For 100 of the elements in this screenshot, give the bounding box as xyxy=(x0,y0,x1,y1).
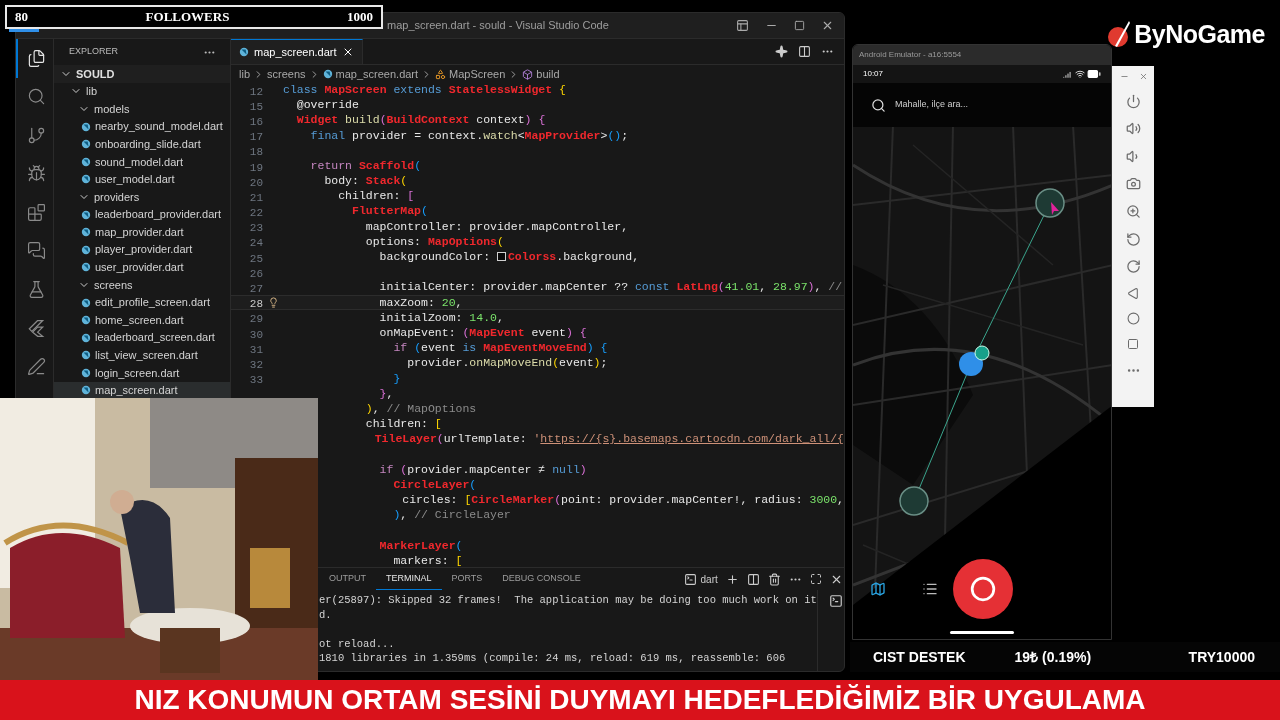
cube-icon xyxy=(522,68,534,80)
terminal-line: ot reload... xyxy=(319,636,395,652)
tree-item[interactable]: sound_model.dart xyxy=(54,152,230,171)
zoom-icon[interactable] xyxy=(1125,203,1141,219)
terminal-line: er(25897): Skipped 32 frames! The application may be doing too much work on it xyxy=(319,593,817,609)
status-time: 10:07 xyxy=(863,68,884,80)
terminal-icon[interactable] xyxy=(829,594,844,608)
code-line: ), // CircleLayer xyxy=(392,507,511,524)
overview-icon[interactable] xyxy=(1127,337,1139,350)
code-line: circles: [CircleMarker(point: provider.mapCenter!, radius: 3000, xyxy=(401,492,844,509)
tree-item[interactable]: onboarding_slide.dart xyxy=(54,135,230,153)
editor-tab[interactable]: map_screen.dart xyxy=(231,39,363,64)
code-line: onMapEvent: (MapEvent event) { xyxy=(378,324,587,341)
logo-text: ByNoGame xyxy=(1134,19,1265,50)
sparkle-icon[interactable] xyxy=(775,45,788,58)
breadcrumb[interactable]: MapScreen xyxy=(449,65,506,83)
ticker-text: NIZ KONUMUN ORTAM SESİNİ DUYMAYI HEDEFLEDİĞİMİZ BİR UYGULAMA xyxy=(134,683,1146,717)
tree-item[interactable]: edit_profile_screen.dart xyxy=(54,293,230,312)
tree-item[interactable]: user_model.dart xyxy=(54,170,230,189)
line-number: 31 xyxy=(249,343,263,356)
tree-item[interactable]: screens xyxy=(54,276,230,294)
panel-tab[interactable]: TERMINAL xyxy=(376,568,442,590)
tree-item[interactable]: lib xyxy=(54,82,230,101)
line-number: 27 xyxy=(249,283,263,296)
record-icon xyxy=(970,576,996,602)
search-icon xyxy=(871,97,886,113)
tree-item[interactable]: leaderboard_screen.dart xyxy=(54,328,230,347)
line-number: 15 xyxy=(249,100,263,113)
tree-item[interactable]: login_screen.dart xyxy=(54,364,230,382)
rotate-right-icon[interactable] xyxy=(1125,259,1141,275)
layout-icon[interactable] xyxy=(736,19,749,32)
sound-marker[interactable] xyxy=(899,486,929,516)
code-line: final provider = context.watch<MapProvider>(); xyxy=(309,127,629,144)
terminal-icon[interactable] xyxy=(683,572,697,586)
follower-count: 80 xyxy=(15,8,28,27)
panel-tab[interactable]: OUTPUT xyxy=(319,568,376,590)
code-line: class MapScreen extends StatelessWidget { xyxy=(283,82,566,98)
line-number: 22 xyxy=(249,207,263,220)
code-line: TileLayer(urlTemplate: 'https://{s}.basemaps.cartocdn.com/dark_all/{ xyxy=(373,431,844,448)
tree-item[interactable]: home_screen.dart xyxy=(54,311,230,329)
breadcrumb[interactable]: build xyxy=(536,65,560,83)
power-icon[interactable] xyxy=(1125,93,1141,109)
window-title: map_screen.dart - sould - Visual Studio Code xyxy=(387,18,609,34)
window-title: Android Emulator - a16:5554 xyxy=(859,49,962,61)
tree-item[interactable]: player_provider.dart xyxy=(54,240,230,259)
line-number: 32 xyxy=(249,358,263,371)
color-swatch-icon xyxy=(496,252,506,262)
tree-item[interactable]: SOULD xyxy=(54,65,230,83)
code-line: markers: [ xyxy=(392,552,463,567)
line-number: 29 xyxy=(249,313,263,326)
tree-item[interactable]: user_provider.dart xyxy=(54,258,230,277)
line-number: 23 xyxy=(249,222,263,235)
lightbulb-icon[interactable] xyxy=(267,296,279,308)
user-location-marker xyxy=(959,352,983,376)
tree-item[interactable]: nearby_sound_model.dart xyxy=(54,117,230,136)
code-line: provider.onMapMoveEnd(event); xyxy=(406,355,608,372)
maximize-icon[interactable] xyxy=(794,20,805,31)
back-icon[interactable] xyxy=(1126,286,1140,300)
volume-up-icon[interactable] xyxy=(1125,121,1141,137)
camera-icon[interactable] xyxy=(1125,176,1141,192)
tree-item[interactable]: models xyxy=(54,100,230,118)
trash-icon[interactable] xyxy=(767,572,781,586)
code-line: initialCenter: provider.mapCenter ?? const LatLng(41.01, 28.97), // xyxy=(378,279,843,296)
tree-item[interactable]: providers xyxy=(54,188,230,206)
rotate-left-icon[interactable] xyxy=(1125,231,1141,247)
sound-marker[interactable] xyxy=(1035,188,1065,218)
panel-tab[interactable]: PORTS xyxy=(441,568,493,590)
breadcrumb[interactable]: screens xyxy=(267,65,306,83)
list-icon[interactable] xyxy=(922,581,938,597)
breadcrumb[interactable]: map_screen.dart xyxy=(335,65,419,83)
map-icon[interactable] xyxy=(870,581,886,597)
tree-item[interactable]: leaderboard_provider.dart xyxy=(54,205,230,224)
code-line: options: MapOptions( xyxy=(364,233,504,250)
tree-item[interactable]: list_view_screen.dart xyxy=(54,346,230,365)
file-icon xyxy=(81,227,91,238)
maximize-icon[interactable] xyxy=(809,573,822,585)
tree-item[interactable]: map_screen.dart xyxy=(54,381,230,400)
close-icon[interactable] xyxy=(821,19,834,32)
file-icon xyxy=(81,385,91,396)
add-icon[interactable] xyxy=(725,572,739,586)
home-icon[interactable] xyxy=(1126,312,1140,326)
file-icon xyxy=(81,244,91,255)
code-line: mapController: provider.mapController, xyxy=(364,218,629,235)
donation-goal: TRY10000 xyxy=(1188,647,1255,667)
split-editor-icon[interactable] xyxy=(798,45,811,58)
line-number: 20 xyxy=(249,176,263,189)
code-line: }, xyxy=(378,385,394,402)
code-line: maxZoom: 20, xyxy=(378,294,463,311)
code-line: FlutterMap( xyxy=(351,203,428,220)
file-icon xyxy=(81,209,91,220)
panel-tab[interactable]: DEBUG CONSOLE xyxy=(492,568,591,590)
code-line: if (provider.mapCenter ≠ null) xyxy=(378,461,587,478)
breadcrumb[interactable]: lib xyxy=(239,65,250,83)
code-line: CircleLayer( xyxy=(392,476,477,493)
terminal-name[interactable]: dart xyxy=(700,571,718,587)
split-icon[interactable] xyxy=(746,572,760,586)
tree-item[interactable]: map_provider.dart xyxy=(54,223,230,241)
file-icon xyxy=(322,69,333,79)
code-line: Widget build(BuildContext context) { xyxy=(295,112,546,129)
search-field[interactable]: Mahalle, ilçe ara... xyxy=(853,83,1111,127)
